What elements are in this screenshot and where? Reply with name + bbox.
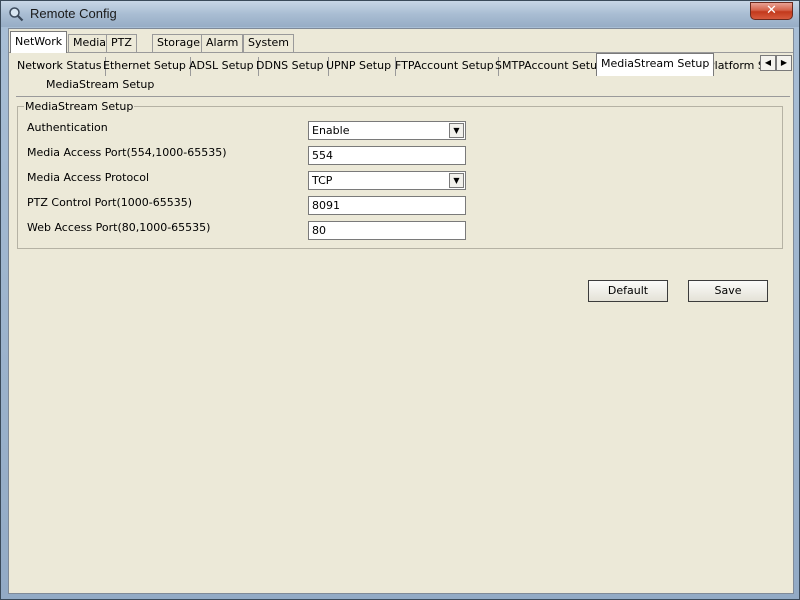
main-tab-bar: NetWork Media PTZ Storage Alarm System [9, 31, 793, 53]
heading-separator [16, 96, 790, 97]
chevron-down-icon[interactable]: ▼ [449, 173, 464, 188]
default-button[interactable]: Default [588, 280, 668, 302]
scroll-right-icon[interactable]: ▶ [776, 55, 792, 71]
remote-config-window: Remote Config ✕ NetWork Media PTZ Storag… [0, 0, 800, 600]
subtab-smtpaccount-setup[interactable]: SMTPAccount Setup [491, 57, 610, 76]
authentication-label: Authentication [27, 121, 108, 134]
ptz-control-port-input[interactable]: 8091 [308, 196, 466, 215]
subtab-ddns-setup[interactable]: DDNS Setup [252, 57, 329, 76]
title-bar[interactable]: Remote Config ✕ [1, 1, 799, 27]
subtab-mediastream-setup[interactable]: MediaStream Setup [596, 53, 715, 76]
chevron-down-icon[interactable]: ▼ [449, 123, 464, 138]
window-title: Remote Config [30, 6, 117, 21]
tab-ptz[interactable]: PTZ [106, 34, 137, 52]
subtab-network-status[interactable]: Network Status [13, 57, 107, 76]
ptz-control-port-label: PTZ Control Port(1000-65535) [27, 196, 192, 209]
ptz-control-port-value: 8091 [312, 199, 340, 212]
subtab-upnp-setup[interactable]: UPNP Setup [322, 57, 397, 76]
subtab-adsl-setup[interactable]: ADSL Setup [185, 57, 259, 76]
subtab-ethernet-setup[interactable]: Ethernet Setup [99, 57, 191, 76]
media-access-protocol-label: Media Access Protocol [27, 171, 150, 184]
subtab-ftpaccount-setup[interactable]: FTPAccount Setup [391, 57, 499, 76]
authentication-select[interactable]: Enable ▼ [308, 121, 466, 140]
tab-system[interactable]: System [243, 34, 295, 52]
tab-network[interactable]: NetWork [10, 31, 68, 53]
close-icon: ✕ [766, 3, 777, 18]
magnifier-icon [9, 7, 24, 22]
close-button[interactable]: ✕ [750, 2, 793, 20]
media-access-port-label: Media Access Port(554,1000-65535) [27, 146, 227, 159]
network-panel: Network Status Ethernet Setup ADSL Setup… [9, 53, 793, 593]
page-heading: MediaStream Setup [46, 78, 155, 91]
mediastream-groupbox: MediaStream Setup Authentication Enable … [17, 100, 783, 249]
scroll-left-icon[interactable]: ◀ [760, 55, 776, 71]
media-access-port-input[interactable]: 554 [308, 146, 466, 165]
media-access-protocol-select[interactable]: TCP ▼ [308, 171, 466, 190]
web-access-port-label: Web Access Port(80,1000-65535) [27, 221, 211, 234]
sub-tab-bar: Network Status Ethernet Setup ADSL Setup… [9, 53, 793, 77]
web-access-port-value: 80 [312, 224, 326, 237]
group-title: MediaStream Setup [24, 100, 135, 113]
tab-media[interactable]: Media [68, 34, 112, 52]
tab-storage[interactable]: Storage [152, 34, 206, 52]
media-access-port-value: 554 [312, 149, 333, 162]
client-area: NetWork Media PTZ Storage Alarm System N… [8, 28, 794, 594]
web-access-port-input[interactable]: 80 [308, 221, 466, 240]
tab-alarm[interactable]: Alarm [201, 34, 244, 52]
save-button[interactable]: Save [688, 280, 768, 302]
media-access-protocol-value: TCP [312, 174, 333, 187]
authentication-value: Enable [312, 124, 350, 137]
